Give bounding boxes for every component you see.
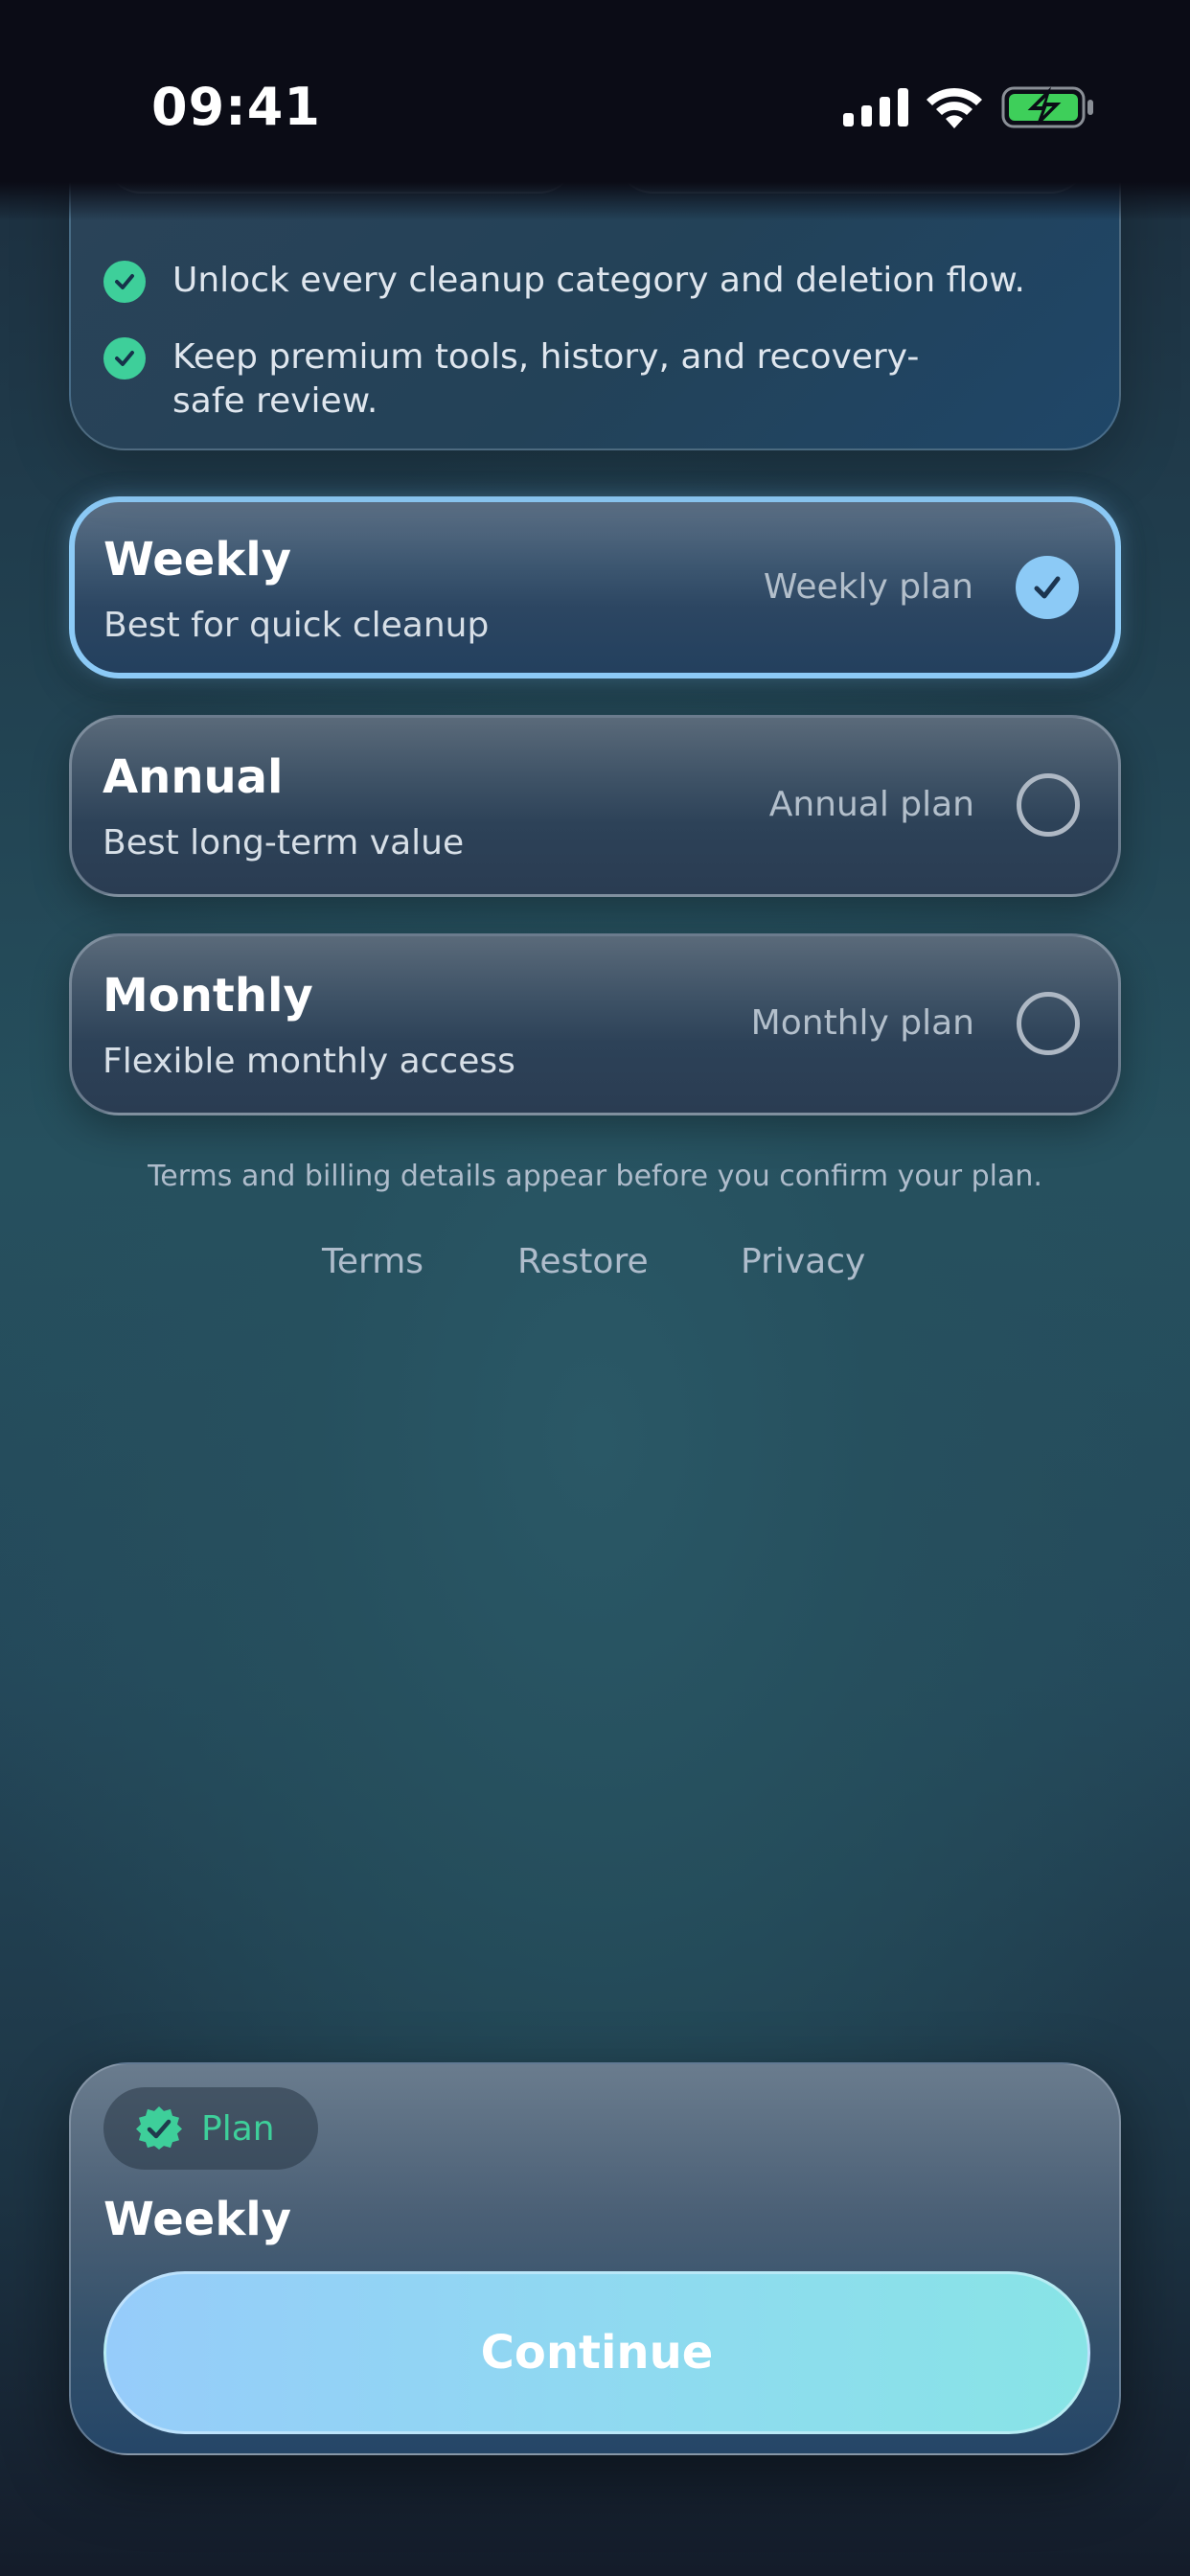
feature-item: Keep premium tools, history, and recover… — [103, 335, 939, 424]
plan-option-weekly[interactable]: Weekly Best for quick cleanup Weekly pla… — [69, 496, 1121, 678]
terms-note: Terms and billing details appear before … — [148, 1160, 1042, 1193]
restore-link[interactable]: Restore — [517, 1242, 649, 1281]
feature-item: Unlock every cleanup category and deleti… — [103, 259, 1035, 303]
privacy-link[interactable]: Privacy — [741, 1242, 865, 1281]
plan-option-annual[interactable]: Annual Best long-term value Annual plan — [69, 715, 1121, 897]
signal-icon — [843, 88, 908, 126]
status-time: 09:41 — [151, 77, 321, 137]
plan-option-monthly[interactable]: Monthly Flexible monthly access Monthly … — [69, 933, 1121, 1116]
battery-charging-icon — [1001, 86, 1093, 128]
feature-text: Unlock every cleanup category and deleti… — [172, 261, 1025, 300]
plan-label: Weekly plan — [763, 567, 973, 607]
check-circle-icon — [103, 337, 146, 380]
radio-unchecked-icon[interactable] — [1017, 992, 1080, 1055]
plan-subtitle: Best for quick cleanup — [103, 606, 490, 645]
terms-link[interactable]: Terms — [322, 1242, 423, 1281]
selected-plan-name: Weekly — [103, 2193, 292, 2246]
plan-title: Monthly — [103, 969, 313, 1023]
plan-title: Annual — [103, 750, 284, 804]
plan-chip-label: Plan — [201, 2108, 275, 2149]
feature-text: Keep premium tools, history, and recover… — [172, 337, 920, 421]
continue-button[interactable]: Continue — [103, 2271, 1090, 2434]
check-circle-icon — [103, 261, 146, 303]
verified-badge-icon — [136, 2105, 182, 2150]
plan-title: Weekly — [103, 533, 292, 586]
status-bar-fade — [0, 182, 1190, 220]
plan-subtitle: Flexible monthly access — [103, 1042, 515, 1081]
plan-summary-card: Plan Weekly Continue — [69, 2062, 1121, 2455]
radio-unchecked-icon[interactable] — [1017, 773, 1080, 837]
plan-label: Monthly plan — [750, 1003, 974, 1043]
plan-chip: Plan — [103, 2087, 318, 2170]
plan-label: Annual plan — [768, 785, 974, 824]
plan-subtitle: Best long-term value — [103, 823, 465, 862]
status-bar: 09:41 — [0, 0, 1190, 182]
wifi-icon — [927, 87, 982, 128]
radio-checked-icon[interactable] — [1016, 556, 1079, 619]
